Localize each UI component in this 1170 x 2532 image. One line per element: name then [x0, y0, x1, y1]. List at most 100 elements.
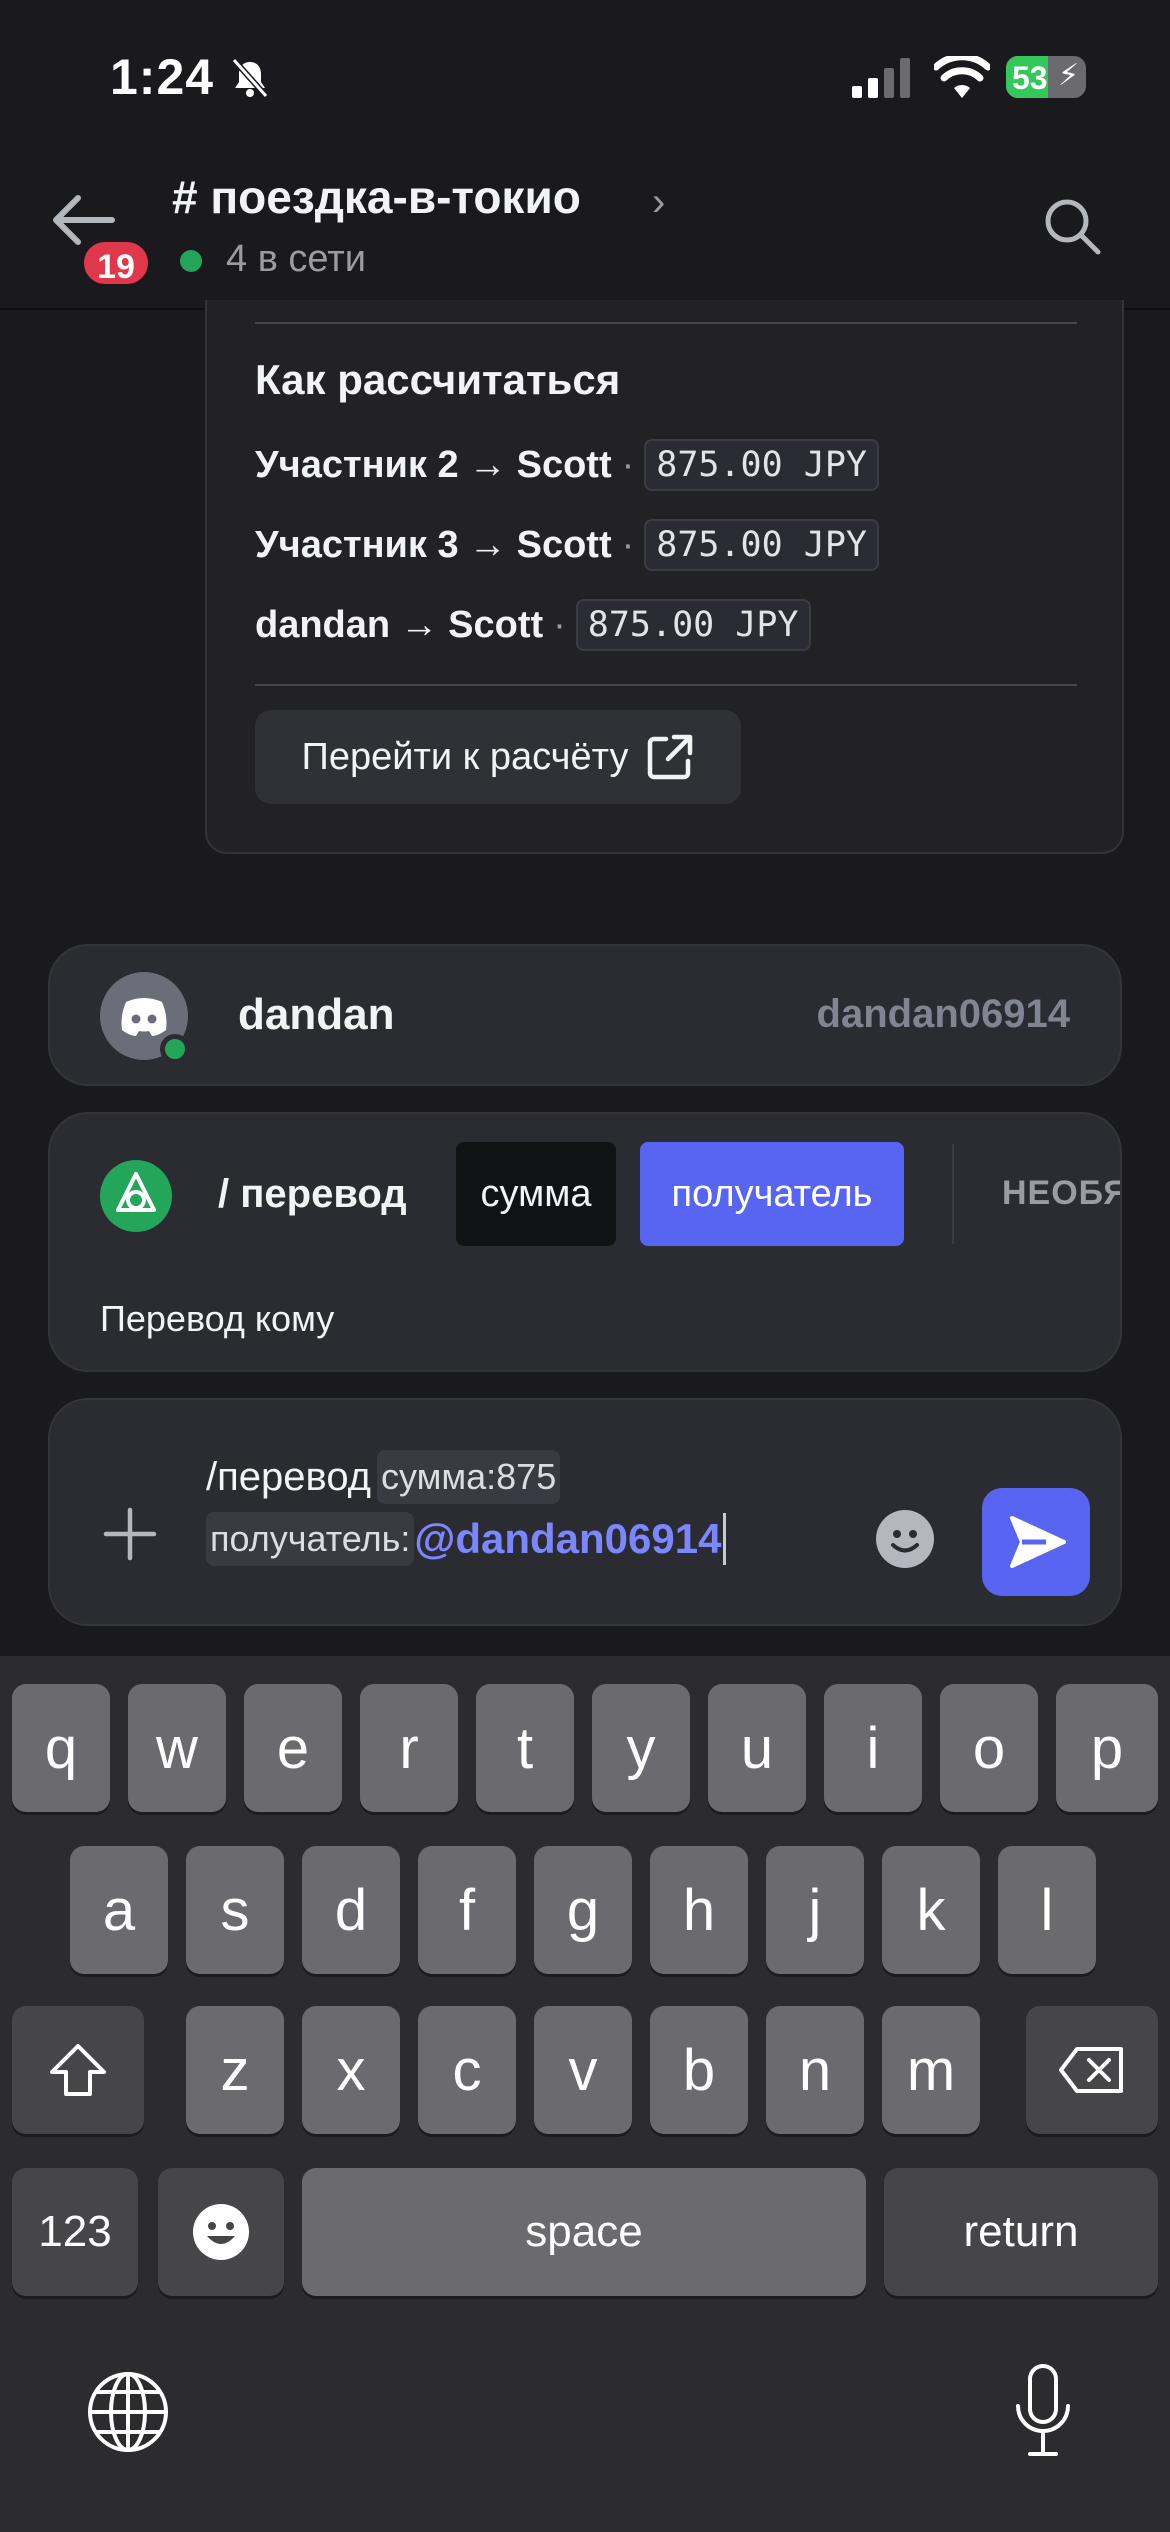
amount-code: 875.00 JPY — [575, 599, 811, 651]
online-count: 4 в сети — [226, 238, 366, 280]
app-icon — [100, 1160, 172, 1232]
key-o[interactable]: o — [940, 1684, 1038, 1812]
chevron-right-icon[interactable]: › — [652, 180, 665, 225]
message-composer[interactable]: /перевод сумма:875 получатель: @dandan06… — [48, 1398, 1122, 1626]
separator: · — [621, 443, 635, 486]
suggestion-username: dandan06914 — [816, 992, 1070, 1036]
key-m[interactable]: m — [882, 2006, 980, 2134]
text-caret — [723, 1513, 727, 1565]
external-link-icon — [648, 734, 693, 780]
payer-name: dandan — [255, 603, 391, 646]
numbers-key[interactable]: 123 — [12, 2168, 138, 2296]
payer-name: Участник 2 — [255, 443, 459, 486]
key-j[interactable]: j — [766, 1846, 864, 1974]
key-w[interactable]: w — [128, 1684, 226, 1812]
plus-icon[interactable] — [102, 1506, 158, 1562]
embed-divider — [255, 322, 1077, 324]
channel-header: 19 # поездка-в-токио › 4 в сети — [0, 150, 1170, 310]
arrow-icon: → — [468, 523, 507, 566]
search-icon[interactable] — [1040, 194, 1104, 258]
key-t[interactable]: t — [476, 1684, 574, 1812]
silent-bell-icon — [231, 58, 269, 98]
key-q[interactable]: q — [12, 1684, 110, 1812]
channel-title[interactable]: # поездка-в-токио — [172, 170, 581, 224]
payee-name: Scott — [448, 603, 544, 646]
param-amount-value: 875 — [496, 1456, 557, 1497]
param-recipient-label[interactable]: получатель: — [206, 1512, 415, 1566]
emoji-key[interactable] — [158, 2168, 284, 2296]
microphone-icon[interactable] — [1010, 2362, 1076, 2462]
key-r[interactable]: r — [360, 1684, 458, 1812]
key-z[interactable]: z — [186, 2006, 284, 2134]
key-g[interactable]: g — [534, 1846, 632, 1974]
online-status-dot — [180, 250, 202, 272]
key-f[interactable]: f — [418, 1846, 516, 1974]
key-v[interactable]: v — [534, 2006, 632, 2134]
settlement-row: Участник 2 → Scott · 875.00 JPY — [255, 438, 879, 492]
key-a[interactable]: a — [70, 1846, 168, 1974]
globe-icon[interactable] — [86, 2370, 170, 2454]
option-description: Перевод кому — [100, 1298, 335, 1339]
settlement-embed: Как рассчитаться Участник 2 → Scott · 87… — [205, 300, 1124, 854]
space-key[interactable]: space — [302, 2168, 866, 2296]
key-s[interactable]: s — [186, 1846, 284, 1974]
key-k[interactable]: k — [882, 1846, 980, 1974]
smiley-icon — [891, 1530, 919, 1553]
option-amount-chip[interactable]: сумма — [456, 1142, 616, 1246]
shift-key[interactable] — [12, 2006, 144, 2134]
embed-heading: Как рассчитаться — [255, 356, 621, 403]
charging-icon: ⚡ — [1058, 59, 1080, 92]
key-x[interactable]: x — [302, 2006, 400, 2134]
shift-arrow-icon — [50, 2044, 106, 2096]
command-text: /перевод — [206, 1454, 372, 1499]
key-p[interactable]: p — [1056, 1684, 1158, 1812]
unread-count-badge: 19 — [80, 238, 152, 288]
payee-name: Scott — [516, 523, 612, 566]
mention-suggestion-row[interactable]: dandan dandan06914 — [48, 944, 1122, 1086]
return-key[interactable]: return — [884, 2168, 1158, 2296]
composer-line-1[interactable]: /перевод сумма:875 — [206, 1450, 561, 1504]
settlement-row: dandan → Scott · 875.00 JPY — [255, 598, 811, 652]
separator: · — [621, 523, 635, 566]
optional-options-label: НЕОБЯ — [1002, 1174, 1122, 1212]
settlement-row: Участник 3 → Scott · 875.00 JPY — [255, 518, 879, 572]
send-button[interactable] — [982, 1488, 1090, 1596]
key-c[interactable]: c — [418, 2006, 516, 2134]
battery-indicator: 53 ⚡ — [1006, 56, 1086, 98]
arrow-icon: → — [400, 603, 439, 646]
backspace-key[interactable] — [1026, 2006, 1158, 2134]
emoji-picker-icon[interactable] — [876, 1510, 934, 1568]
param-amount-label: сумма: — [381, 1456, 497, 1497]
amount-code: 875.00 JPY — [644, 519, 879, 571]
key-b[interactable]: b — [650, 2006, 748, 2134]
options-divider — [952, 1144, 954, 1244]
key-h[interactable]: h — [650, 1846, 748, 1974]
suggestion-display-name: dandan — [238, 990, 395, 1039]
battery-level: 53 — [1012, 60, 1048, 96]
online-status-dot — [160, 1034, 190, 1064]
key-y[interactable]: y — [592, 1684, 690, 1812]
backspace-icon — [1059, 2047, 1123, 2093]
param-amount-pill[interactable]: сумма:875 — [377, 1450, 561, 1504]
status-time: 1:24 — [110, 49, 215, 105]
go-to-settlement-label: Перейти к расчёту — [301, 735, 629, 778]
composer-line-2[interactable]: получатель: @dandan06914 — [206, 1512, 727, 1566]
key-e[interactable]: e — [244, 1684, 342, 1812]
embed-divider — [255, 684, 1077, 686]
option-recipient-chip[interactable]: получатель — [640, 1142, 904, 1246]
go-to-settlement-button[interactable]: Перейти к расчёту — [255, 710, 741, 804]
slash-command-panel: / перевод сумма получатель НЕОБЯ Перевод… — [48, 1112, 1122, 1372]
separator: · — [553, 603, 566, 646]
emoji-face-icon — [193, 2204, 249, 2260]
command-name: / перевод — [218, 1172, 407, 1216]
wifi-icon — [934, 56, 990, 98]
amount-code: 875.00 JPY — [644, 439, 879, 491]
key-u[interactable]: u — [708, 1684, 806, 1812]
key-i[interactable]: i — [824, 1684, 922, 1812]
key-l[interactable]: l — [998, 1846, 1096, 1974]
key-n[interactable]: n — [766, 2006, 864, 2134]
key-d[interactable]: d — [302, 1846, 400, 1974]
payer-name: Участник 3 — [255, 523, 459, 566]
arrow-icon: → — [468, 443, 507, 486]
cellular-signal-icon — [852, 58, 910, 98]
